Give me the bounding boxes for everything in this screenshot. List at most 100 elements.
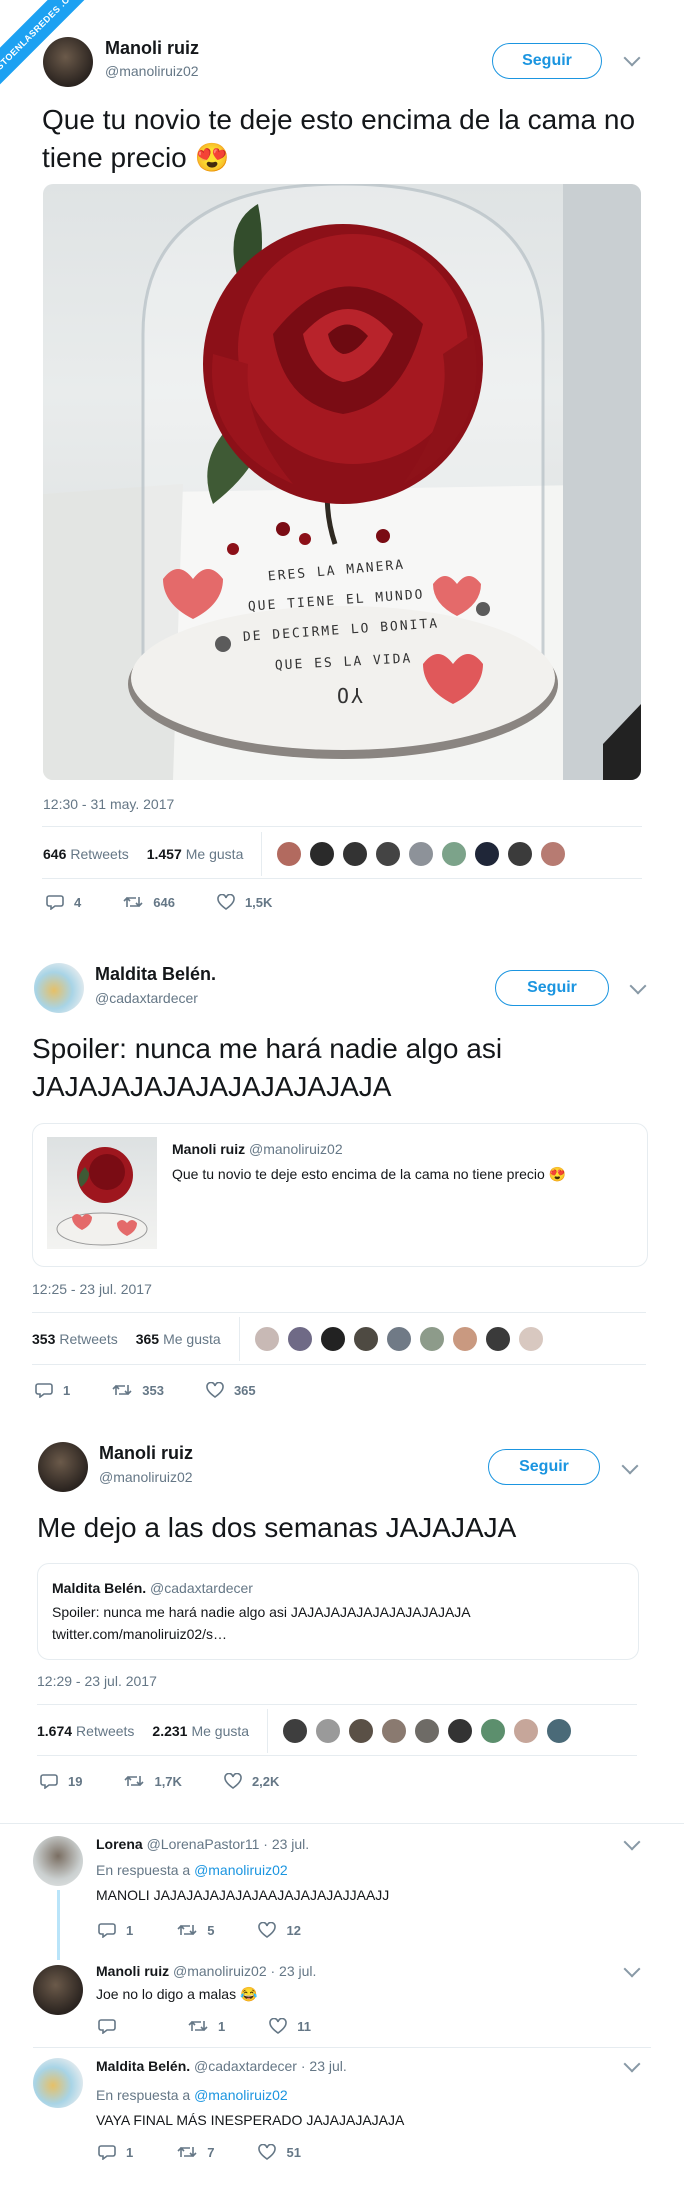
likes-count[interactable]: 365 (136, 1331, 159, 1347)
follow-button[interactable]: Seguir (488, 1449, 600, 1485)
quoted-link[interactable]: twitter.com/manoliruiz02/s… (52, 1626, 227, 1642)
like-action[interactable]: 2,2K (224, 1773, 279, 1789)
quoted-author-handle: @manoliruiz02 (249, 1141, 343, 1157)
liker-avatar[interactable] (414, 1718, 441, 1744)
quoted-tweet[interactable]: Manoli ruiz @manoliruiz02 Que tu novio t… (32, 1123, 648, 1267)
timestamp[interactable]: 12:30 - 31 may. 2017 (43, 796, 174, 812)
liker-avatar[interactable] (348, 1718, 375, 1744)
retweet-action[interactable]: 1,7K (124, 1773, 182, 1789)
like-action[interactable]: 365 (206, 1382, 256, 1398)
reply-action[interactable]: 19 (40, 1773, 82, 1789)
follow-button[interactable]: Seguir (495, 970, 609, 1006)
liker-avatar[interactable] (418, 1326, 445, 1352)
retweet-action[interactable]: 646 (123, 894, 175, 910)
avatar[interactable] (33, 2058, 83, 2108)
author-name[interactable]: Maldita Belén. (96, 2058, 190, 2074)
liker-avatar[interactable] (546, 1718, 573, 1744)
likes-label[interactable]: Me gusta (186, 846, 244, 862)
retweet-action[interactable]: 5 (177, 1922, 214, 1938)
avatar[interactable] (43, 37, 93, 87)
author-name[interactable]: Manoli ruiz (96, 1963, 169, 1979)
liker-avatar[interactable] (513, 1718, 540, 1744)
liker-avatar[interactable] (441, 841, 468, 867)
chevron-down-icon[interactable] (623, 49, 641, 67)
likes-label[interactable]: Me gusta (163, 1331, 221, 1347)
avatar[interactable] (38, 1442, 88, 1492)
reply-actions: 1 5 12 (98, 1922, 343, 1938)
author-handle[interactable]: @cadaxtardecer · 23 jul. (194, 2058, 347, 2074)
like-action[interactable]: 51 (258, 2144, 301, 2160)
retweet-count: 353 (142, 1382, 164, 1398)
liker-avatar[interactable] (517, 1326, 544, 1352)
chevron-down-icon[interactable] (623, 1833, 641, 1851)
liker-avatar[interactable] (507, 841, 534, 867)
liker-avatar[interactable] (408, 841, 435, 867)
like-action[interactable]: 12 (258, 1922, 301, 1938)
liker-avatar[interactable] (319, 1326, 346, 1352)
retweet-action[interactable]: 7 (177, 2144, 214, 2160)
liker-avatar[interactable] (286, 1326, 313, 1352)
like-count: 1,5K (244, 894, 273, 910)
retweets-label[interactable]: Retweets (70, 846, 128, 862)
liker-avatar[interactable] (309, 841, 336, 867)
reply-action[interactable]: 1 (35, 1382, 70, 1398)
liker-avatar[interactable] (451, 1326, 478, 1352)
author-handle[interactable]: @manoliruiz02 (99, 1469, 193, 1485)
avatar[interactable] (33, 1965, 83, 2015)
avatar[interactable] (33, 1836, 83, 1886)
retweets-count[interactable]: 353 (32, 1331, 55, 1347)
tweet-image[interactable]: ERES LA MANERA QUE TIENE EL MUNDO DE DEC… (43, 184, 641, 780)
likes-count[interactable]: 2.231 (152, 1723, 187, 1739)
like-action[interactable]: 11 (269, 2018, 311, 2034)
retweets-label[interactable]: Retweets (76, 1723, 134, 1739)
liker-avatar[interactable] (480, 1718, 507, 1744)
chevron-down-icon[interactable] (623, 1960, 641, 1978)
liker-avatar[interactable] (447, 1718, 474, 1744)
reply-action[interactable]: 1 (98, 2144, 133, 2160)
quoted-tweet[interactable]: Maldita Belén. @cadaxtardecer Spoiler: n… (37, 1563, 639, 1660)
reply-action[interactable]: 1 (98, 1922, 133, 1938)
retweets-count[interactable]: 646 (43, 846, 66, 862)
author-handle[interactable]: @cadaxtardecer (95, 990, 198, 1006)
timestamp[interactable]: 12:25 - 23 jul. 2017 (32, 1281, 152, 1297)
avatar[interactable] (34, 963, 84, 1013)
liker-avatar[interactable] (540, 841, 567, 867)
chevron-down-icon[interactable] (621, 1457, 639, 1475)
liker-avatar[interactable] (352, 1326, 379, 1352)
chevron-down-icon[interactable] (623, 2055, 641, 2073)
liker-avatar[interactable] (474, 841, 501, 867)
author-handle[interactable]: @manoliruiz02 · 23 jul. (173, 1963, 316, 1979)
timestamp[interactable]: 12:29 - 23 jul. 2017 (37, 1673, 157, 1689)
follow-button[interactable]: Seguir (492, 43, 602, 79)
chevron-down-icon[interactable] (629, 977, 647, 995)
liker-avatar[interactable] (253, 1326, 280, 1352)
author-handle[interactable]: @manoliruiz02 (105, 63, 199, 79)
author-name[interactable]: Lorena (96, 1836, 143, 1852)
reply-icon (40, 1774, 58, 1789)
in-reply-to: En respuesta a @manoliruiz02 (96, 2087, 288, 2103)
author-handle[interactable]: @LorenaPastor11 · 23 jul. (147, 1836, 310, 1852)
retweet-action[interactable]: 1 (188, 2018, 225, 2034)
author-name[interactable]: Maldita Belén. (95, 964, 216, 985)
liker-avatar[interactable] (342, 841, 369, 867)
liker-avatar[interactable] (375, 841, 402, 867)
reply-to-link[interactable]: @manoliruiz02 (194, 1862, 288, 1878)
liker-avatar[interactable] (315, 1718, 342, 1744)
likes-count[interactable]: 1.457 (147, 846, 182, 862)
liker-avatar[interactable] (276, 841, 303, 867)
retweet-action[interactable]: 353 (112, 1382, 164, 1398)
reply-to-link[interactable]: @manoliruiz02 (194, 2087, 288, 2103)
liker-avatar[interactable] (282, 1718, 309, 1744)
reply-action[interactable] (98, 2018, 126, 2034)
author-name[interactable]: Manoli ruiz (99, 1443, 193, 1464)
liker-avatar[interactable] (385, 1326, 412, 1352)
retweets-label[interactable]: Retweets (59, 1331, 117, 1347)
likes-label[interactable]: Me gusta (191, 1723, 249, 1739)
author-name[interactable]: Manoli ruiz (105, 38, 199, 59)
liker-avatar[interactable] (484, 1326, 511, 1352)
retweets-count[interactable]: 1.674 (37, 1723, 72, 1739)
liker-avatar[interactable] (381, 1718, 408, 1744)
like-action[interactable]: 1,5K (217, 894, 272, 910)
reply-action[interactable]: 4 (46, 894, 81, 910)
divider (32, 1364, 646, 1365)
